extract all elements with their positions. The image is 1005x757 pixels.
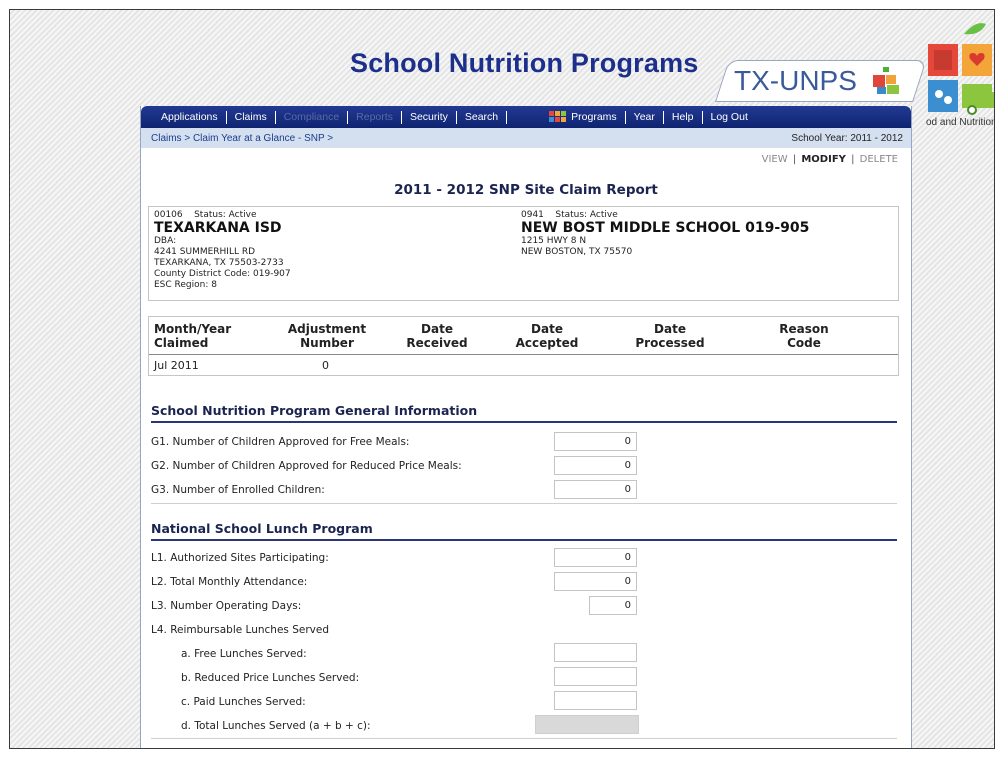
record-actions: VIEW | MODIFY | DELETE [141,148,911,170]
sponsor-address1: 4241 SUMMERHILL RD [154,247,256,257]
l3-input[interactable]: 0 [589,596,637,615]
app-title: School Nutrition Programs [350,48,699,78]
site-status: Status: Active [555,210,618,220]
breadcrumb-bar: Claims > Claim Year at a Glance - SNP > … [141,128,911,148]
programs-grid-icon [549,111,567,122]
l2-input[interactable]: 0 [554,572,637,591]
col-adjustment: Adjustment Number [287,322,367,350]
col-month-year: Month/Year Claimed [154,322,232,350]
sponsor-id: 00106 [154,210,183,220]
l4a-label: a. Free Lunches Served: [181,648,307,660]
nav-security[interactable]: Security [402,111,456,123]
l4-label: L4. Reimbursable Lunches Served [151,624,330,636]
cell-adjustment: 0 [322,359,329,372]
food-nutrition-logo-icon [928,23,994,115]
brand-name: TX-UNPS [734,65,857,96]
g1-input[interactable]: 0 [554,432,637,451]
col-reason-code: Reason Code [779,322,829,350]
g1-label: G1. Number of Children Approved for Free… [151,436,410,448]
sponsor-dba: DBA: [154,236,177,246]
general-info-heading: School Nutrition Program General Informa… [151,403,897,423]
col-date-received: Date Received [406,322,468,350]
delete-link[interactable]: DELETE [860,154,898,165]
site-info: 0941 Status: Active NEW BOST MIDDLE SCHO… [521,210,809,258]
nav-compliance: Compliance [283,111,340,123]
school-year: School Year: 2011 - 2012 [791,132,903,144]
action-divider: | [851,154,855,165]
site-address1: 1215 HWY 8 N [521,236,587,246]
l1-label: L1. Authorized Sites Participating: [151,552,329,564]
site-name: NEW BOST MIDDLE SCHOOL 019-905 [521,220,810,236]
col-date-accepted: Date Accepted [515,322,579,350]
report-title: 2011 - 2012 SNP Site Claim Report [394,182,658,198]
window-frame: School Nutrition Programs TX-UNPS od and… [9,9,995,749]
side-banner-text: od and Nutrition [926,117,995,128]
l1-input[interactable]: 0 [554,548,637,567]
nav-reports: Reports [356,111,393,123]
action-divider: | [792,154,797,165]
sponsor-esc: ESC Region: 8 [154,280,217,290]
nav-logout[interactable]: Log Out [703,111,756,123]
g3-input[interactable]: 0 [554,480,637,499]
l2-label: L2. Total Monthly Attendance: [151,576,308,588]
l4a-input[interactable] [554,643,637,662]
l4d-total-field [535,715,639,734]
section-divider [151,503,897,504]
sponsor-info: 00106 Status: Active TEXARKANA ISD DBA: … [154,210,291,291]
nav-programs-label: Programs [571,111,617,123]
cell-month-year[interactable]: Jul 2011 [154,359,199,372]
g2-label: G2. Number of Children Approved for Redu… [151,460,462,472]
g3-label: G3. Number of Enrolled Children: [151,484,325,496]
sponsor-site-box: 00106 Status: Active TEXARKANA ISD DBA: … [148,206,899,301]
view-link[interactable]: VIEW [762,154,788,165]
site-address2: NEW BOSTON, TX 75570 [521,247,633,257]
main-nav: Applications Claims Compliance Reports S… [141,106,911,128]
claim-table: Month/Year Claimed Adjustment Number Date R… [148,316,899,376]
sponsor-county: County District Code: 019-907 [154,269,291,279]
nav-programs[interactable]: Programs [541,111,625,123]
modify-link[interactable]: MODIFY [801,154,846,165]
sponsor-status: Status: Active [194,210,257,220]
main-panel: Applications Claims Compliance Reports S… [140,106,912,748]
nav-applications[interactable]: Applications [153,111,226,123]
sponsor-address2: TEXARKANA, TX 75503-2733 [154,258,284,268]
section-divider [151,738,897,739]
l4c-label: c. Paid Lunches Served: [181,696,306,708]
sponsor-name: TEXARKANA ISD [154,220,282,236]
l4b-input[interactable] [554,667,637,686]
nav-year[interactable]: Year [626,111,663,123]
nav-claims[interactable]: Claims [227,111,275,123]
table-header-rule [149,354,898,355]
l4d-label: d. Total Lunches Served (a + b + c): [181,720,371,732]
nav-help[interactable]: Help [664,111,702,123]
g2-input[interactable]: 0 [554,456,637,475]
l4b-label: b. Reduced Price Lunches Served: [181,672,360,684]
site-id: 0941 [521,210,544,220]
nav-search[interactable]: Search [457,111,506,123]
tx-unps-logo-icon [873,67,899,94]
nav-divider [506,110,508,124]
l4c-input[interactable] [554,691,637,710]
col-date-processed: Date Processed [635,322,705,350]
l3-label: L3. Number Operating Days: [151,600,302,612]
nslp-heading: National School Lunch Program [151,521,897,541]
breadcrumb[interactable]: Claims > Claim Year at a Glance - SNP > [151,133,333,144]
